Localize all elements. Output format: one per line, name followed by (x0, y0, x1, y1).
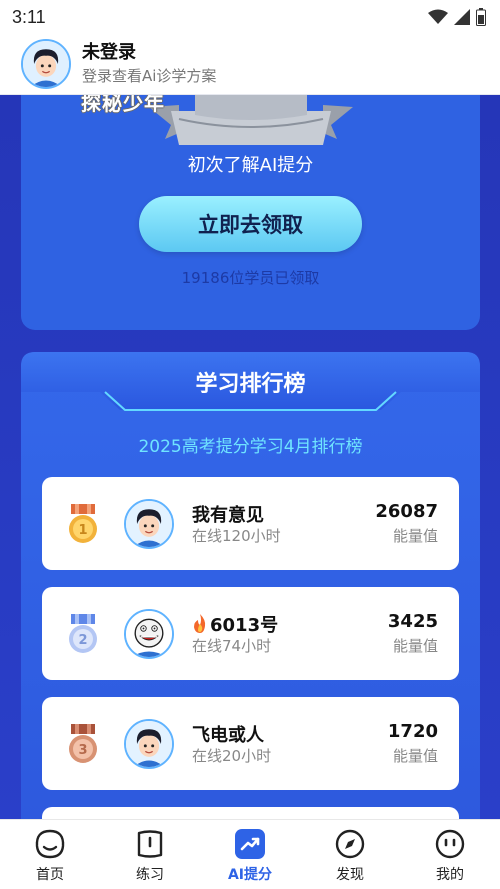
trend-up-icon (235, 829, 265, 859)
signal-icon (454, 9, 470, 25)
online-hours: 在线120小时 (192, 527, 281, 545)
user-avatar[interactable] (124, 609, 174, 659)
nav-discover[interactable]: 发现 (300, 820, 400, 889)
claim-count-text: 19186位学员已领取 (181, 269, 320, 287)
energy-unit: 能量值 (392, 527, 438, 545)
boy-avatar-icon (126, 721, 172, 767)
energy-score: 1720 (387, 721, 438, 742)
ranking-title: 学习排行榜 (195, 372, 306, 397)
ranking-item[interactable]: 2 6013号 在线74小时 3425 能量值 (42, 587, 459, 680)
energy-unit: 能量值 (392, 637, 438, 655)
bottom-nav: 首页 练习 AI提分 发现 我的 (0, 819, 500, 889)
nav-ai-boost-label: AI提分 (227, 867, 273, 883)
login-hint: 登录查看Ai诊学方案 (82, 67, 217, 85)
profile-face-icon (435, 829, 465, 859)
svg-text:1: 1 (78, 523, 87, 538)
silver-medal-icon: 2 (69, 614, 97, 653)
boy-avatar-icon (126, 501, 172, 547)
bronze-medal-icon: 3 (69, 724, 97, 763)
user-avatar[interactable] (21, 39, 71, 89)
ranking-item[interactable]: 3 飞电或人 在线20小时 1720 能量值 (42, 697, 459, 790)
gold-medal-icon: 1 (69, 504, 97, 543)
boy-avatar-icon (23, 41, 69, 87)
home-face-icon (35, 829, 65, 859)
ranking-item[interactable] (42, 807, 459, 819)
ranking-title-banner: 学习排行榜 (21, 352, 480, 416)
user-name: 6013号 (192, 611, 278, 637)
ranking-subtitle: 2025高考提分学习4月排行榜 (138, 437, 363, 457)
login-status-title[interactable]: 未登录 (82, 42, 216, 64)
promo-description: 初次了解AI提分 (187, 155, 314, 176)
claim-now-button[interactable]: 立即去领取 (139, 196, 362, 252)
svg-text:3: 3 (78, 743, 87, 758)
fire-icon (194, 614, 206, 633)
battery-icon (476, 8, 486, 26)
nav-profile-label: 我的 (436, 867, 464, 883)
nav-profile[interactable]: 我的 (400, 820, 500, 889)
status-bar: 3:11 (0, 0, 500, 34)
ribbon-label: 探秘少年 (81, 95, 165, 115)
compass-icon (335, 829, 365, 859)
energy-score: 26087 (375, 501, 438, 522)
promo-card: 探秘少年 初次了解AI提分 立即去领取 19186位学员已领取 (21, 95, 480, 330)
nav-practice-label: 练习 (136, 867, 164, 883)
energy-unit: 能量值 (392, 747, 438, 765)
main-content[interactable]: 探秘少年 初次了解AI提分 立即去领取 19186位学员已领取 学习排行榜 20… (0, 95, 500, 819)
nav-home[interactable]: 首页 (0, 820, 100, 889)
svg-text:2: 2 (78, 633, 87, 648)
nav-ai-boost[interactable]: AI提分 (200, 820, 300, 889)
ranking-item[interactable]: 1 我有意见 在线120小时 26087 能量值 (42, 477, 459, 570)
nav-practice[interactable]: 练习 (100, 820, 200, 889)
user-name: 我有意见 (192, 505, 264, 526)
nav-discover-label: 发现 (336, 867, 364, 883)
online-hours: 在线74小时 (192, 637, 272, 655)
online-hours: 在线20小时 (192, 747, 272, 765)
meme-face-avatar-icon (126, 611, 172, 657)
energy-score: 3425 (387, 611, 438, 632)
nav-home-label: 首页 (36, 867, 64, 883)
wifi-icon (428, 9, 448, 24)
user-avatar[interactable] (124, 499, 174, 549)
status-icons (428, 8, 486, 26)
status-time: 3:11 (12, 6, 46, 27)
practice-icon (137, 830, 163, 858)
user-avatar[interactable] (124, 719, 174, 769)
user-name: 飞电或人 (192, 725, 264, 746)
user-header[interactable]: 未登录 登录查看Ai诊学方案 (0, 34, 500, 95)
ranking-panel: 学习排行榜 2025高考提分学习4月排行榜 1 我有意见 在线120小时 260… (21, 352, 480, 819)
